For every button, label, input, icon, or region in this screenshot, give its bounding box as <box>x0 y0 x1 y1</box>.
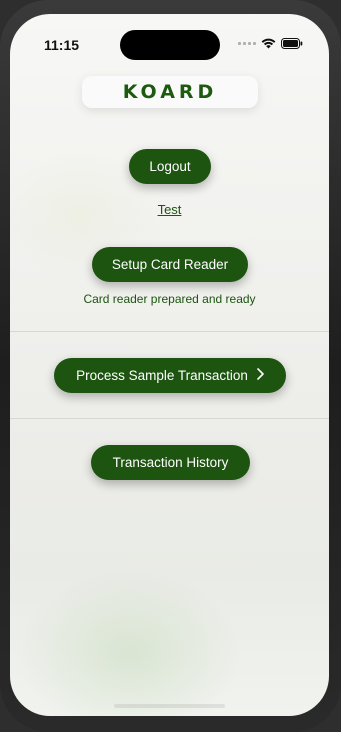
setup-card-reader-label: Setup Card Reader <box>111 257 229 272</box>
dynamic-island <box>120 30 220 60</box>
setup-card-reader-button[interactable]: Setup Card Reader <box>92 247 248 282</box>
chevron-right-icon <box>257 368 264 383</box>
status-indicators <box>238 38 303 49</box>
divider <box>10 331 329 332</box>
process-sample-transaction-button[interactable]: Process Sample Transaction <box>54 358 286 393</box>
status-time: 11:15 <box>44 37 80 53</box>
koard-logo: KOARD <box>82 76 258 108</box>
wifi-icon <box>261 38 276 49</box>
device-frame: 11:15 KOARD Logout Test Setup Card Reade… <box>0 0 341 732</box>
battery-icon <box>281 38 303 49</box>
transaction-history-button[interactable]: Transaction History <box>91 445 250 480</box>
process-sample-transaction-label: Process Sample Transaction <box>76 368 248 383</box>
test-link[interactable]: Test <box>10 202 329 217</box>
card-reader-status: Card reader prepared and ready <box>83 292 256 306</box>
divider <box>10 418 329 419</box>
logo-text: KOARD <box>122 81 218 103</box>
logout-button[interactable]: Logout <box>129 149 211 184</box>
logout-button-label: Logout <box>149 159 191 174</box>
app-screen: 11:15 KOARD Logout Test Setup Card Reade… <box>10 14 329 716</box>
home-indicator[interactable] <box>114 704 225 708</box>
transaction-history-label: Transaction History <box>112 455 229 470</box>
signal-icon <box>238 42 256 45</box>
